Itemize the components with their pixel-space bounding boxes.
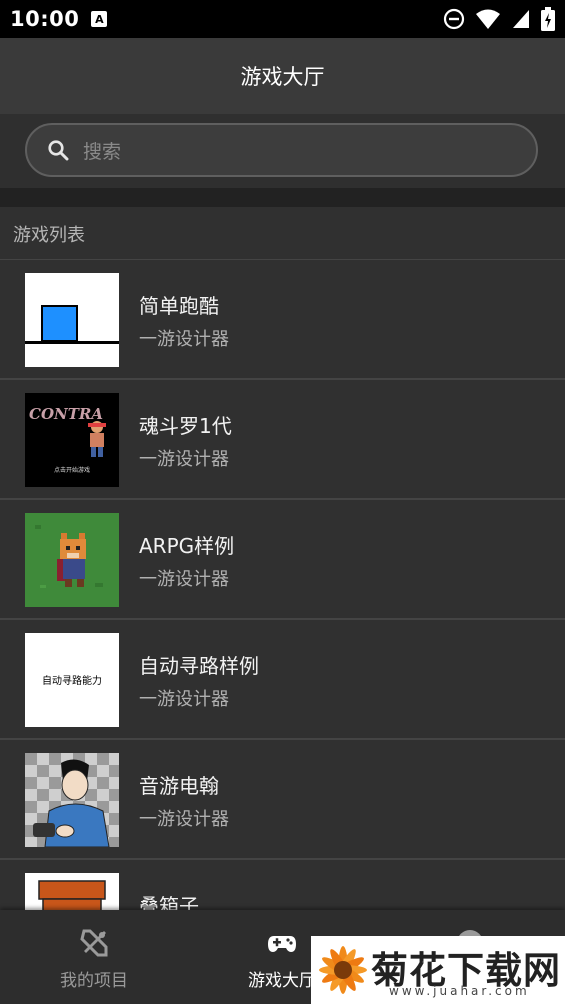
search-input[interactable]: 搜索: [25, 123, 538, 177]
contra-caption: 点击开始游戏: [53, 467, 90, 474]
stacked-boxes-art: [25, 873, 119, 910]
list-item[interactable]: 简单跑酷 一游设计器: [0, 260, 565, 380]
gamepad-icon: [268, 936, 296, 952]
game-title: 叠箱子: [139, 894, 199, 910]
list-header: 游戏列表: [0, 207, 565, 260]
nav-my-projects[interactable]: 我的项目: [0, 910, 188, 1004]
list-item[interactable]: 叠箱子: [0, 860, 565, 910]
game-title: 自动寻路样例: [139, 654, 259, 678]
battery-icon: [541, 7, 555, 31]
do-not-disturb-icon: [443, 8, 465, 30]
chrysanthemum-flower-icon: [319, 946, 367, 994]
game-thumbnail: [25, 513, 119, 607]
watermark-logo: 菊花下载网 www.juahar.com: [311, 936, 565, 1004]
app-bar: 游戏大厅: [0, 38, 565, 114]
status-bar: 10:00 A: [0, 0, 565, 38]
status-icons: [443, 7, 555, 31]
pixel-fox-art: [25, 513, 119, 607]
notification-badge-icon: A: [91, 11, 108, 27]
game-title: 魂斗罗1代: [139, 414, 232, 438]
page-title: 游戏大厅: [240, 65, 325, 89]
character-checkerboard-art: [25, 753, 119, 847]
list-item[interactable]: ARPG样例 一游设计器: [0, 500, 565, 620]
wifi-icon: [476, 9, 500, 29]
pathfinding-caption: 自动寻路能力: [42, 676, 102, 687]
game-list-area: 游戏列表 简单跑酷 一游设计器 CONTRA 点击开始游戏 魂斗罗1代 一游设计…: [0, 188, 565, 910]
list-item[interactable]: CONTRA 点击开始游戏 魂斗罗1代 一游设计器: [0, 380, 565, 500]
game-thumbnail: 自动寻路能力: [25, 633, 119, 727]
game-subtitle: 一游设计器: [139, 689, 229, 710]
game-subtitle: 一游设计器: [139, 329, 229, 350]
game-subtitle: 一游设计器: [139, 809, 229, 830]
game-thumbnail: [25, 273, 119, 367]
search-area: 搜索: [0, 114, 565, 188]
cell-signal-icon: [513, 10, 529, 28]
game-title: ARPG样例: [139, 534, 235, 558]
watermark-url: www.juahar.com: [389, 984, 530, 998]
game-subtitle: 一游设计器: [139, 449, 229, 470]
game-thumbnail: CONTRA 点击开始游戏: [25, 393, 119, 487]
game-title: 简单跑酷: [139, 294, 219, 318]
search-icon: [48, 140, 69, 161]
design-tools-icon: [80, 929, 108, 957]
game-title: 音游电翰: [139, 774, 219, 798]
game-thumbnail: [25, 873, 119, 910]
list-item[interactable]: 自动寻路能力 自动寻路样例 一游设计器: [0, 620, 565, 740]
nav-label: 我的项目: [60, 971, 128, 991]
search-placeholder: 搜索: [83, 140, 122, 163]
runner-thumbnail-art: [25, 273, 119, 367]
list-item[interactable]: 音游电翰 一游设计器: [0, 740, 565, 860]
game-subtitle: 一游设计器: [139, 569, 229, 590]
status-time: 10:00: [10, 7, 80, 31]
game-thumbnail: [25, 753, 119, 847]
game-list: 游戏列表 简单跑酷 一游设计器 CONTRA 点击开始游戏 魂斗罗1代 一游设计…: [0, 207, 565, 910]
